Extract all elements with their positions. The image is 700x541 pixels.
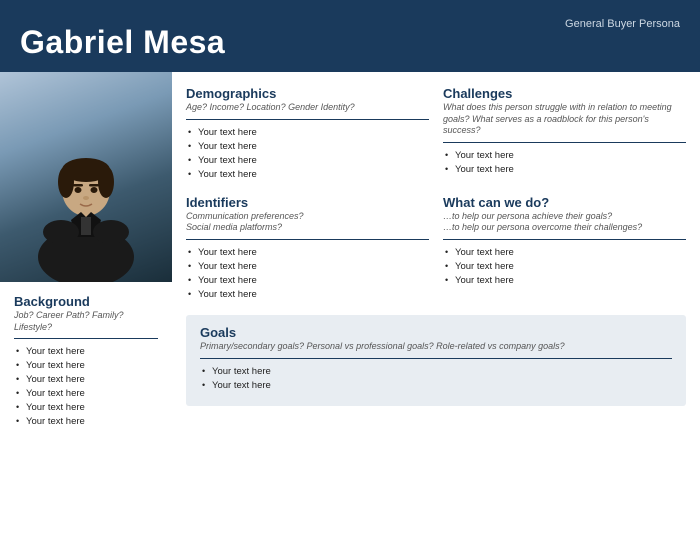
goals-divider [200, 358, 672, 359]
background-section: Background Job? Career Path? Family? Lif… [0, 282, 172, 541]
what-can-we-do-list: Your text here Your text here Your text … [443, 247, 686, 286]
list-item: Your text here [14, 360, 158, 371]
list-item: Your text here [443, 261, 686, 272]
list-item: Your text here [443, 150, 686, 161]
list-item: Your text here [186, 127, 429, 138]
mid-sections: Identifiers Communication preferences? S… [186, 195, 686, 303]
identifiers-section: Identifiers Communication preferences? S… [186, 195, 429, 303]
what-can-we-do-title: What can we do? [443, 195, 686, 210]
challenges-subtitle: What does this person struggle with in r… [443, 102, 686, 137]
demographics-divider [186, 119, 429, 120]
goals-list: Your text here Your text here [200, 366, 672, 391]
list-item: Your text here [186, 247, 429, 258]
list-item: Your text here [14, 402, 158, 413]
list-item: Your text here [443, 247, 686, 258]
background-divider [14, 338, 158, 339]
header-subtitle: General Buyer Persona [565, 14, 680, 30]
portrait-image [0, 72, 172, 282]
identifiers-subtitle: Communication preferences? Social media … [186, 211, 429, 234]
background-list: Your text here Your text here Your text … [14, 346, 158, 427]
demographics-title: Demographics [186, 86, 429, 101]
list-item: Your text here [443, 275, 686, 286]
list-item: Your text here [186, 155, 429, 166]
what-can-we-do-divider [443, 239, 686, 240]
page-title: Gabriel Mesa [20, 26, 225, 58]
what-can-we-do-section: What can we do? …to help our persona ach… [443, 195, 686, 303]
main-content: Background Job? Career Path? Family? Lif… [0, 72, 700, 541]
identifiers-title: Identifiers [186, 195, 429, 210]
list-item: Your text here [186, 275, 429, 286]
demographics-list: Your text here Your text here Your text … [186, 127, 429, 180]
list-item: Your text here [200, 366, 672, 377]
goals-section: Goals Primary/secondary goals? Personal … [186, 315, 686, 406]
list-item: Your text here [14, 388, 158, 399]
list-item: Your text here [14, 374, 158, 385]
left-column: Background Job? Career Path? Family? Lif… [0, 72, 172, 541]
demographics-subtitle: Age? Income? Location? Gender Identity? [186, 102, 429, 114]
page: Gabriel Mesa General Buyer Persona [0, 0, 700, 541]
background-title: Background [14, 294, 158, 309]
list-item: Your text here [14, 416, 158, 427]
list-item: Your text here [186, 289, 429, 300]
goals-title: Goals [200, 325, 672, 340]
demographics-section: Demographics Age? Income? Location? Gend… [186, 86, 429, 183]
challenges-section: Challenges What does this person struggl… [443, 86, 686, 183]
what-can-we-do-subtitle: …to help our persona achieve their goals… [443, 211, 686, 234]
challenges-list: Your text here Your text here [443, 150, 686, 175]
header: Gabriel Mesa General Buyer Persona [0, 0, 700, 72]
list-item: Your text here [186, 169, 429, 180]
list-item: Your text here [186, 261, 429, 272]
identifiers-list: Your text here Your text here Your text … [186, 247, 429, 300]
right-area: Demographics Age? Income? Location? Gend… [172, 72, 700, 541]
top-sections: Demographics Age? Income? Location? Gend… [186, 86, 686, 183]
list-item: Your text here [443, 164, 686, 175]
list-item: Your text here [186, 141, 429, 152]
goals-subtitle: Primary/secondary goals? Personal vs pro… [200, 341, 672, 353]
list-item: Your text here [200, 380, 672, 391]
background-subtitle: Job? Career Path? Family? Lifestyle? [14, 310, 158, 333]
challenges-divider [443, 142, 686, 143]
challenges-title: Challenges [443, 86, 686, 101]
identifiers-divider [186, 239, 429, 240]
list-item: Your text here [14, 346, 158, 357]
